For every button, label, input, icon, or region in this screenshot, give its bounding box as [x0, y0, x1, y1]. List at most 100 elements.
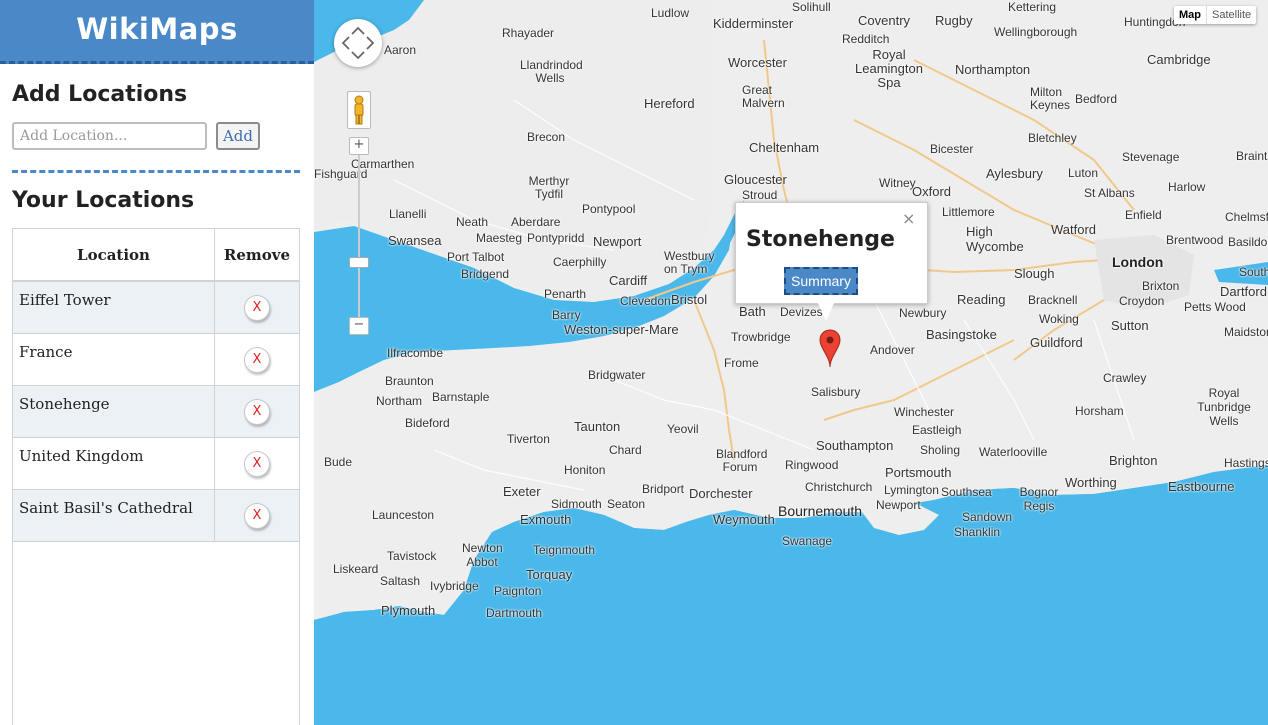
info-window-pointer	[817, 301, 835, 321]
add-button[interactable]: Add	[216, 122, 260, 150]
place-label: Trowbridge	[731, 330, 791, 344]
remove-button[interactable]: X	[244, 502, 270, 529]
place-label: Solihull	[792, 0, 831, 14]
place-label: Witney	[879, 176, 916, 190]
place-label: Seaton	[607, 497, 646, 511]
place-label: Littlemore	[942, 205, 995, 219]
column-header-location: Location	[13, 229, 215, 282]
map-canvas[interactable]: Solihull Coventry Rugby Kettering Huntin…	[314, 0, 1268, 725]
place-label: Coventry	[858, 13, 911, 28]
map-type-map-button[interactable]: Map	[1174, 6, 1207, 24]
place-label: Sandown	[962, 510, 1013, 524]
close-icon[interactable]: ×	[902, 209, 915, 228]
place-label: Newton Abbot	[462, 541, 503, 569]
location-name[interactable]: Stonehenge	[13, 385, 215, 438]
locations-table: Location Remove Eiffel Tower X France X …	[12, 228, 300, 725]
remove-button[interactable]: X	[244, 294, 270, 321]
table-row: France X	[13, 333, 299, 386]
zoom-in-button[interactable]: +	[349, 137, 369, 155]
place-label: Great Malvern	[742, 83, 785, 110]
place-label: Worthing	[1065, 475, 1117, 490]
place-label: Liskeard	[333, 562, 379, 576]
place-label: Frome	[724, 356, 759, 370]
place-label: Kidderminster	[713, 16, 794, 31]
place-label: Waterlooville	[979, 445, 1048, 459]
pan-control[interactable]	[334, 19, 382, 67]
map-type-satellite-button[interactable]: Satellite	[1207, 6, 1256, 24]
remove-button[interactable]: X	[244, 450, 270, 477]
place-label: Launceston	[372, 508, 435, 522]
place-label: Maesteg	[476, 231, 523, 245]
place-label: Cheltenham	[749, 140, 820, 155]
place-label: Kettering	[1008, 0, 1057, 14]
zoom-out-button[interactable]: −	[349, 317, 369, 335]
place-label: Bude	[324, 455, 353, 469]
zoom-slider-track[interactable]	[358, 152, 360, 320]
place-label: Redditch	[842, 32, 890, 46]
place-label: Tiverton	[507, 432, 550, 446]
place-label: Port Talbot	[447, 250, 505, 264]
place-label: Shanklin	[954, 525, 1001, 539]
place-label: Bridport	[642, 482, 685, 496]
remove-button[interactable]: X	[244, 398, 270, 425]
place-label: Reading	[957, 292, 1006, 307]
place-label: Brentwood	[1166, 233, 1224, 247]
place-label: Oxford	[912, 184, 952, 199]
place-label: Royal Tunbridge Wells	[1197, 386, 1251, 428]
location-name[interactable]: Saint Basil's Cathedral	[13, 489, 215, 542]
info-window: Stonehenge × Summary	[735, 202, 928, 304]
place-label: Basingstoke	[926, 327, 997, 342]
place-label: Merthyr Tydfil	[528, 174, 570, 201]
place-label: Neath	[456, 215, 489, 229]
street-view-pegman-icon[interactable]	[347, 91, 371, 129]
map-type-control: Map Satellite	[1174, 6, 1257, 24]
section-divider	[12, 170, 300, 173]
place-label: Dartmouth	[486, 606, 543, 620]
sidebar: WikiMaps Add Locations Add Your Location…	[0, 0, 314, 725]
place-label: Caerphilly	[553, 255, 607, 269]
place-label: St Albans	[1084, 186, 1135, 200]
place-label: Gloucester	[724, 172, 787, 187]
map-marker-icon[interactable]	[819, 329, 841, 369]
add-location-input[interactable]	[12, 122, 207, 150]
location-name[interactable]: Eiffel Tower	[13, 281, 215, 334]
place-label: Yeovil	[667, 422, 699, 436]
place-label: Maidstone	[1224, 325, 1268, 339]
place-label: Newport	[876, 498, 921, 512]
place-label: Paignton	[494, 584, 542, 598]
place-label: Southend-on-Sea	[1239, 265, 1268, 279]
place-label: Tavistock	[387, 549, 437, 563]
remove-button[interactable]: X	[244, 346, 270, 373]
place-label: Andover	[870, 343, 915, 357]
place-label: Luton	[1068, 166, 1099, 180]
summary-button[interactable]: Summary	[784, 267, 858, 295]
place-label: Hereford	[644, 96, 695, 111]
place-label: Blandford Forum	[716, 447, 768, 474]
info-window-title: Stonehenge	[746, 227, 895, 252]
place-label: Bedford	[1075, 92, 1118, 106]
place-label: Watford	[1051, 222, 1097, 237]
place-label: Dartford	[1220, 284, 1267, 299]
place-label: Milton Keynes	[1030, 85, 1071, 112]
location-name[interactable]: France	[13, 333, 215, 386]
place-label: Ilfracombe	[387, 346, 444, 360]
place-label: Northam	[376, 394, 423, 408]
pan-arrows-icon	[341, 26, 375, 60]
place-label: Woking	[1039, 312, 1079, 326]
place-label: Eastleigh	[912, 423, 962, 437]
place-label: Taunton	[574, 419, 621, 434]
place-label: Torquay	[526, 567, 573, 582]
place-label: High Wycombe	[966, 224, 1024, 254]
place-label: Cambridge	[1147, 52, 1211, 67]
location-name[interactable]: United Kingdom	[13, 437, 215, 490]
place-label: Aberdare	[511, 215, 561, 229]
place-label: Bicester	[930, 142, 974, 156]
place-label: Lymington	[884, 483, 939, 497]
place-label: Bletchley	[1028, 131, 1077, 145]
zoom-slider-handle[interactable]	[349, 257, 369, 268]
place-label: Swansea	[388, 233, 442, 248]
place-label: Christchurch	[805, 480, 873, 494]
place-label: Bridgend	[461, 267, 510, 281]
table-row: Eiffel Tower X	[13, 281, 299, 334]
place-label: Ludlow	[651, 6, 690, 20]
